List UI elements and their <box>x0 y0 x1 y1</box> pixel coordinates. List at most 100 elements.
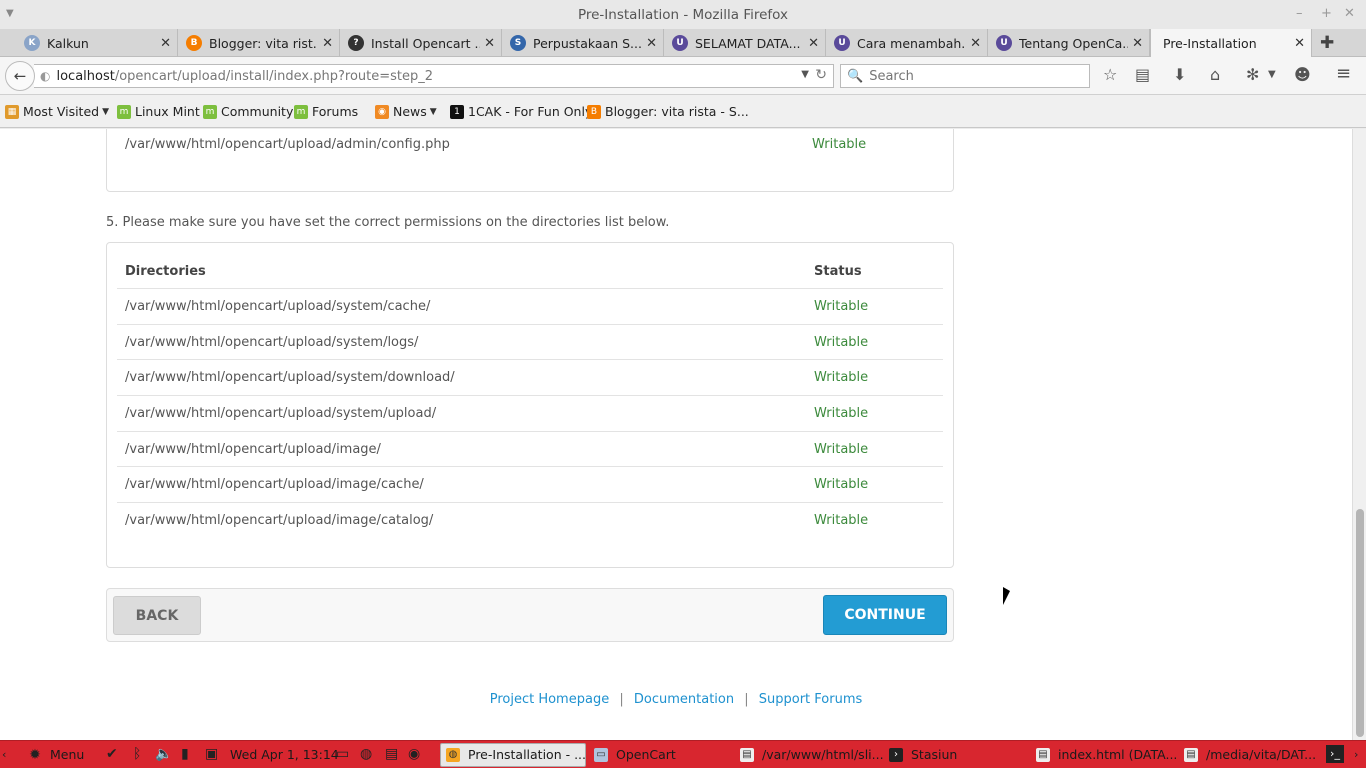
table-divider <box>117 502 943 503</box>
taskbar-window-index-html[interactable]: ▤ index.html (DATA... <box>1036 747 1177 762</box>
window-menu-icon[interactable]: ▼ <box>6 8 14 19</box>
tab-pre-installation[interactable]: Pre-Installation ✕ <box>1150 29 1312 58</box>
clock[interactable]: Wed Apr 1, 13:14 <box>230 747 339 762</box>
directory-path: /var/www/html/opencart/upload/system/dow… <box>125 370 455 385</box>
start-menu-button[interactable]: ✹ Menu <box>28 746 84 763</box>
tab-close-icon[interactable]: ✕ <box>1294 36 1305 51</box>
taskbar-scroll-right-icon[interactable]: › <box>1354 748 1358 761</box>
minimize-icon[interactable]: – <box>1296 6 1303 21</box>
university-favicon-icon: U <box>672 35 688 51</box>
directory-path: /var/www/html/opencart/upload/system/log… <box>125 335 419 350</box>
taskbar-window-opencart[interactable]: ▭ OpenCart <box>594 747 676 762</box>
system-monitor-icon[interactable]: ▮ <box>181 746 189 762</box>
new-tab-icon[interactable]: ✚ <box>1320 33 1334 53</box>
tab-close-icon[interactable]: ✕ <box>322 36 333 51</box>
text-editor-icon: ▤ <box>1184 747 1198 762</box>
url-history-dropdown-icon[interactable]: ▼ <box>801 69 809 80</box>
tab-close-icon[interactable]: ✕ <box>646 36 657 51</box>
url-path: /opencart/upload/install/index.php?route… <box>114 68 434 84</box>
close-window-icon[interactable]: ✕ <box>1344 6 1355 21</box>
tab-blogger[interactable]: B Blogger: vita rist... ✕ <box>178 29 340 57</box>
tab-label: Tentang OpenCa... <box>1019 35 1129 51</box>
bookmark-linux-mint[interactable]: m Linux Mint <box>117 104 200 119</box>
bluetooth-icon[interactable]: ᛒ <box>133 746 141 762</box>
table-divider <box>117 324 943 325</box>
footer-links: Project Homepage | Documentation | Suppo… <box>0 692 1352 707</box>
terminal-launcher-icon[interactable]: ›_ <box>1326 745 1344 763</box>
reading-list-icon[interactable]: ▤ <box>1135 65 1150 84</box>
tab-kalkun[interactable]: K Kalkun ✕ <box>16 29 178 57</box>
tab-close-icon[interactable]: ✕ <box>970 36 981 51</box>
tab-tentang-opencart[interactable]: U Tentang OpenCa... ✕ <box>988 29 1150 57</box>
text-editor-launcher-icon[interactable]: ▤ <box>385 746 398 762</box>
maximize-icon[interactable]: + <box>1321 6 1332 21</box>
scrollbar-thumb[interactable] <box>1356 509 1364 737</box>
directory-status: Writable <box>814 370 869 385</box>
volume-icon[interactable]: 🔈 <box>155 746 172 762</box>
project-homepage-link[interactable]: Project Homepage <box>490 692 609 707</box>
bookmark-label: Forums <box>312 104 359 119</box>
support-forums-link[interactable]: Support Forums <box>759 692 863 707</box>
mouse-cursor-icon <box>1003 587 1010 605</box>
menu-gear-icon: ✹ <box>29 746 41 763</box>
show-desktop-icon[interactable]: ▭ <box>336 746 349 762</box>
bookmark-community[interactable]: m Community <box>203 104 293 119</box>
bookmark-news[interactable]: ◉ News ▼ <box>375 104 437 119</box>
taskbar-window-firefox[interactable]: ◍ Pre-Installation - ... <box>446 747 586 762</box>
table-divider <box>117 359 943 360</box>
tab-strip: K Kalkun ✕ B Blogger: vita rist... ✕ ? I… <box>0 29 1366 58</box>
tab-install-opencart[interactable]: ? Install Opencart ... ✕ <box>340 29 502 57</box>
tab-close-icon[interactable]: ✕ <box>1132 36 1143 51</box>
file-path: /var/www/html/opencart/upload/admin/conf… <box>125 137 450 152</box>
hamburger-menu-icon[interactable]: ≡ <box>1336 63 1351 84</box>
bookmark-most-visited[interactable]: ▦ Most Visited ▼ <box>5 104 109 119</box>
directory-path: /var/www/html/opencart/upload/image/ <box>125 442 381 457</box>
tab-close-icon[interactable]: ✕ <box>808 36 819 51</box>
chat-icon[interactable]: ☻ <box>1294 65 1311 84</box>
bookmark-forums[interactable]: m Forums <box>294 104 358 119</box>
directory-status: Writable <box>814 299 869 314</box>
reload-icon[interactable]: ↻ <box>815 67 827 83</box>
back-navigation-button[interactable]: ← <box>5 61 35 91</box>
link-separator: | <box>619 692 624 707</box>
bookmark-star-icon[interactable]: ☆ <box>1103 65 1117 84</box>
documentation-link[interactable]: Documentation <box>634 692 734 707</box>
tab-perpustakaan[interactable]: S Perpustakaan S... ✕ <box>502 29 664 57</box>
bookmark-blogger[interactable]: B Blogger: vita rista - S... <box>587 104 749 119</box>
back-button[interactable]: BACK <box>113 596 201 635</box>
tab-label: Install Opencart ... <box>371 35 481 51</box>
chevron-down-icon: ▼ <box>429 106 437 117</box>
extension-dropdown-icon[interactable]: ▼ <box>1268 69 1276 80</box>
tab-close-icon[interactable]: ✕ <box>160 36 171 51</box>
linux-mint-icon: m <box>203 104 217 119</box>
continue-button[interactable]: CONTINUE <box>823 595 947 635</box>
firefox-launcher-icon[interactable]: ◍ <box>360 746 372 762</box>
bookmark-1cak[interactable]: 1 1CAK - For Fun Only <box>450 104 592 119</box>
shield-check-icon[interactable]: ✔ <box>106 746 118 762</box>
home-icon[interactable]: ⌂ <box>1210 65 1220 84</box>
tab-cara-menambah[interactable]: U Cara menambah... ✕ <box>826 29 988 57</box>
search-bar[interactable]: 🔍 <box>840 64 1090 88</box>
screen-recorder-icon[interactable]: ▣ <box>205 746 218 762</box>
university-favicon-icon: U <box>834 35 850 51</box>
taskbar-window-label: Stasiun <box>911 747 958 762</box>
window-title: Pre-Installation - Mozilla Firefox <box>577 6 789 23</box>
table-divider <box>117 288 943 289</box>
linux-mint-icon: m <box>294 104 308 119</box>
tab-close-icon[interactable]: ✕ <box>484 36 495 51</box>
download-icon[interactable]: ⬇ <box>1173 65 1186 84</box>
taskbar-window-media[interactable]: ▤ /media/vita/DAT... <box>1184 747 1316 762</box>
extension-icon[interactable]: ✻ <box>1246 65 1259 84</box>
url-bar[interactable]: ◐ localhost/opencart/upload/install/inde… <box>34 64 834 88</box>
page-content: /var/www/html/opencart/upload/admin/conf… <box>0 129 1352 740</box>
media-launcher-icon[interactable]: ◉ <box>408 746 420 762</box>
taskbar-window-stasiun[interactable]: › Stasiun <box>889 747 957 762</box>
site-identity-icon[interactable]: ◐ <box>40 69 50 83</box>
directory-path: /var/www/html/opencart/upload/image/cata… <box>125 513 434 528</box>
taskbar-window-editor[interactable]: ▤ /var/www/html/sli... <box>740 747 884 762</box>
search-icon: 🔍 <box>847 68 864 84</box>
search-input[interactable] <box>869 68 1070 84</box>
page-scrollbar[interactable] <box>1352 129 1366 740</box>
taskbar-scroll-left-icon[interactable]: ‹ <box>2 748 6 761</box>
tab-selamat-data[interactable]: U SELAMAT DATA... ✕ <box>664 29 826 57</box>
